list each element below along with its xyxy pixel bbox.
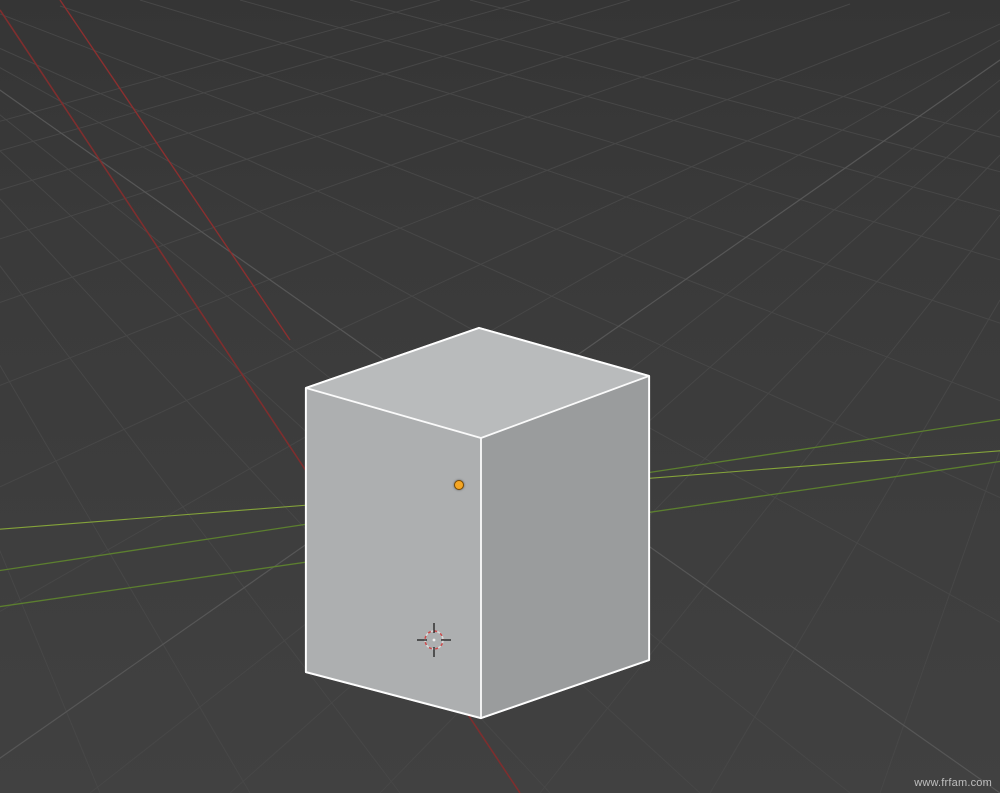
cursor-3d[interactable] — [414, 620, 454, 660]
object-origin — [454, 480, 464, 490]
watermark-text: www.frfam.com — [914, 777, 992, 789]
viewport-3d[interactable]: www.frfam.com — [0, 0, 1000, 793]
default-cube[interactable] — [291, 290, 661, 720]
